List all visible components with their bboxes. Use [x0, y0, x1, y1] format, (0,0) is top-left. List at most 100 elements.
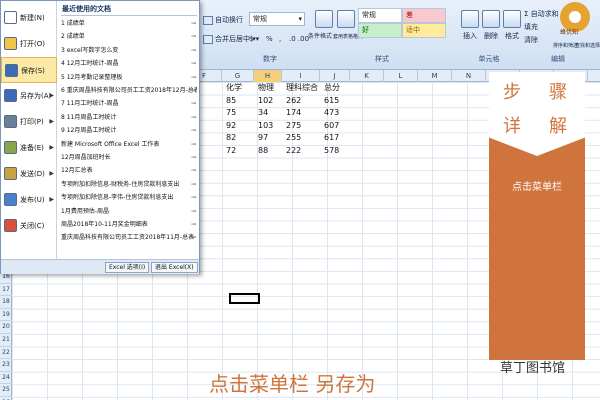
data-cell[interactable]: 578 — [324, 145, 339, 157]
row-header[interactable]: 20 — [0, 321, 12, 334]
pin-icon[interactable]: ⊸ — [191, 139, 196, 151]
pin-icon[interactable]: ⊸ — [191, 206, 196, 218]
active-cell-cursor[interactable] — [229, 293, 260, 304]
recent-document-item[interactable]: 3 excel写数字怎么变 ⊸ — [61, 45, 197, 57]
data-cell[interactable]: 34 — [258, 107, 268, 119]
data-cell[interactable]: 72 — [226, 145, 236, 157]
office-menu-item[interactable]: 打印(P) ▶ — [1, 109, 57, 135]
find-select-button[interactable]: 查找和选择 — [575, 40, 600, 52]
delete-cells-icon[interactable] — [482, 10, 500, 28]
column-header-g[interactable]: G — [222, 70, 254, 82]
pin-icon[interactable]: ⊸ — [191, 98, 196, 110]
row-header[interactable]: 19 — [0, 309, 12, 322]
data-cell[interactable]: 102 — [258, 95, 273, 107]
style-normal[interactable]: 常规 — [358, 8, 402, 23]
recent-document-item[interactable]: 1月费用预估-周晶 ⊸ — [61, 206, 197, 218]
pin-icon[interactable]: ⊸ — [191, 179, 196, 191]
data-cell[interactable]: 473 — [324, 107, 339, 119]
style-good[interactable]: 好 — [358, 23, 402, 38]
header-cell[interactable]: 理科综合 — [286, 82, 318, 94]
recent-document-item[interactable]: 4 12月工时统计-周晶 ⊸ — [61, 58, 197, 70]
data-cell[interactable]: 615 — [324, 95, 339, 107]
pin-icon[interactable]: ⊸ — [191, 165, 196, 177]
percent-button[interactable]: % — [266, 33, 273, 45]
data-cell[interactable]: 85 — [226, 95, 236, 107]
pin-icon[interactable]: ⊸ — [191, 58, 196, 70]
exit-excel-button[interactable]: 退出 Excel(X) — [151, 262, 198, 273]
pin-icon[interactable]: ⊸ — [191, 85, 196, 97]
conditional-format-icon[interactable] — [315, 10, 333, 28]
data-cell[interactable]: 222 — [286, 145, 301, 157]
column-header-j[interactable]: J — [320, 70, 350, 82]
comma-button[interactable]: , — [279, 33, 281, 45]
data-cell[interactable]: 97 — [258, 132, 268, 144]
recent-document-item[interactable]: 9 12月周晶工时统计 ⊸ — [61, 125, 197, 137]
header-cell[interactable]: 物理 — [258, 82, 274, 94]
column-header-n[interactable]: N — [452, 70, 486, 82]
recent-document-item[interactable]: 周晶2018年10-11月奖金明细表 ⊸ — [61, 219, 197, 231]
office-menu-item[interactable]: 发送(D) ▶ — [1, 161, 57, 187]
recent-document-item[interactable]: 新建 Microsoft Office Excel 工作表 ⊸ — [61, 139, 197, 151]
data-cell[interactable]: 103 — [258, 120, 273, 132]
header-cell[interactable]: 化学 — [226, 82, 242, 94]
insert-cells-icon[interactable] — [461, 10, 479, 28]
recent-document-item[interactable]: 专项附加扣除信息-李伟-住房贷款利息支出 ⊸ — [61, 192, 197, 204]
header-cell[interactable]: 总分 — [324, 82, 340, 94]
office-menu-item[interactable]: 打开(O) — [1, 31, 57, 57]
currency-button[interactable]: $ ▾ — [249, 33, 259, 45]
data-cell[interactable]: 82 — [226, 132, 236, 144]
pin-icon[interactable]: ⊸ — [191, 219, 196, 231]
merge-center-button[interactable]: 合并后居中 ▾ — [203, 33, 256, 45]
row-header[interactable]: 21 — [0, 334, 12, 347]
data-cell[interactable]: 262 — [286, 95, 301, 107]
column-header-m[interactable]: M — [418, 70, 452, 82]
style-neutral[interactable]: 适中 — [402, 23, 446, 38]
table-format-icon[interactable] — [337, 10, 355, 28]
column-header-l[interactable]: L — [384, 70, 418, 82]
recent-document-item[interactable]: 12月汇总表 ⊸ — [61, 165, 197, 177]
data-cell[interactable]: 255 — [286, 132, 301, 144]
row-header[interactable]: 17 — [0, 284, 12, 297]
fill-button[interactable]: 填充 — [524, 21, 538, 33]
row-header[interactable]: 23 — [0, 359, 12, 372]
excel-options-button[interactable]: Excel 选项(I) — [105, 262, 150, 273]
recent-document-item[interactable]: 8 11月周晶工时统计 ⊸ — [61, 112, 197, 124]
data-cell[interactable]: 275 — [286, 120, 301, 132]
pin-icon[interactable]: ⊸ — [191, 192, 196, 204]
recent-document-item[interactable]: 1 成绩单 ⊸ — [61, 18, 197, 30]
data-cell[interactable]: 88 — [258, 145, 268, 157]
column-header-k[interactable]: K — [350, 70, 384, 82]
recent-document-item[interactable]: 6 重庆周晶科技有限公司员工工资2018年12月-总表 ⊸ — [61, 85, 197, 97]
pin-icon[interactable]: ⊸ — [191, 125, 196, 137]
office-menu-item[interactable]: 准备(E) ▶ — [1, 135, 57, 161]
pin-icon[interactable]: ⊸ — [191, 232, 196, 244]
office-menu-item[interactable]: 另存为(A) ▶ — [1, 83, 57, 109]
pin-icon[interactable]: ⊸ — [191, 72, 196, 84]
clear-button[interactable]: 清除 — [524, 34, 538, 46]
pin-icon[interactable]: ⊸ — [191, 152, 196, 164]
recent-document-item[interactable]: 重庆周晶科技有限公司员工工资2018年11月-总表 ⊸ — [61, 232, 197, 244]
row-header[interactable]: 25 — [0, 384, 12, 397]
data-cell[interactable]: 617 — [324, 132, 339, 144]
recent-document-item[interactable]: 7 11月工时统计-周晶 ⊸ — [61, 98, 197, 110]
style-bad[interactable]: 差 — [402, 8, 446, 23]
data-cell[interactable]: 75 — [226, 107, 236, 119]
data-cell[interactable]: 92 — [226, 120, 236, 132]
data-cell[interactable]: 174 — [286, 107, 301, 119]
recent-document-item[interactable]: 2 成绩单 ⊸ — [61, 31, 197, 43]
recent-document-item[interactable]: 12月周晶加班时长 ⊸ — [61, 152, 197, 164]
pin-icon[interactable]: ⊸ — [191, 112, 196, 124]
column-header-h[interactable]: H — [254, 70, 282, 82]
office-menu-item[interactable]: 关闭(C) — [1, 213, 57, 239]
office-menu-item[interactable]: 新建(N) — [1, 5, 57, 31]
pin-icon[interactable]: ⊸ — [191, 31, 196, 43]
row-header[interactable]: 18 — [0, 296, 12, 309]
column-header-i[interactable]: I — [282, 70, 320, 82]
row-header[interactable]: 22 — [0, 347, 12, 360]
number-format-select[interactable]: 常规 ▾ — [249, 12, 305, 26]
recent-document-item[interactable]: 5 12月考勤记录整理板 ⊸ — [61, 72, 197, 84]
pin-icon[interactable]: ⊸ — [191, 18, 196, 30]
autosum-button[interactable]: Σ 自动求和 — [524, 8, 559, 20]
data-cell[interactable]: 607 — [324, 120, 339, 132]
office-menu-item[interactable]: 发布(U) ▶ — [1, 187, 57, 213]
